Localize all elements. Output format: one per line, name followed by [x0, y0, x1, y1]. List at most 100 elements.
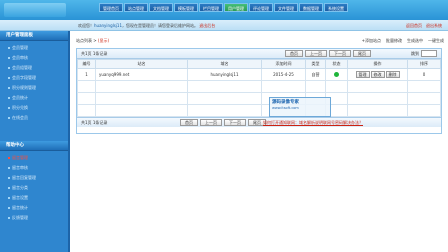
breadcrumb-row: 站点列表 > (显示) +添加站点 批量修改 生成选中 一键生成	[76, 38, 444, 46]
sidebar-item[interactable]: 会员字段管理	[0, 73, 68, 83]
username: huanyinglsj11	[94, 23, 123, 28]
breadcrumb-current: (显示)	[97, 38, 110, 43]
sidebar-item-selected[interactable]: 留言管理	[0, 153, 68, 163]
bullet-icon	[8, 117, 10, 119]
help-notice-link[interactable]: 如何打开通知联网：域名解析说明联网号密码解决办法？	[263, 120, 363, 126]
sidebar-item[interactable]: 留言回复管理	[0, 173, 68, 183]
first-page-button[interactable]: 首页	[285, 50, 303, 57]
welcome-text: 欢迎您！huanyinglsj11，您现在是管理员！请您登录后维护网站。 退出后…	[78, 23, 215, 29]
bullet-icon	[8, 67, 10, 69]
footer-next-page-button[interactable]: 下一页	[224, 119, 246, 126]
sidebar-section-title: 帮助中心	[0, 141, 68, 151]
table-row: 1 yuanyq999.net huanyinglsj11 2015-4-25 …	[77, 68, 441, 81]
bullet-icon	[8, 177, 10, 179]
footer-prev-page-button[interactable]: 上一页	[200, 119, 222, 126]
nav-item-docs[interactable]: 文档管理	[149, 3, 173, 12]
bullet-icon	[8, 47, 10, 49]
sidebar-item-label: 会员统计	[12, 95, 28, 100]
sidebar-item[interactable]: 会员管理	[0, 43, 68, 53]
bullet-icon	[8, 167, 10, 169]
edit-button[interactable]: 修改	[370, 71, 385, 78]
col-status: 状态	[325, 59, 348, 69]
bullet-icon	[8, 217, 10, 219]
bullet-icon	[8, 157, 10, 159]
sidebar-item[interactable]: 留言设置	[0, 193, 68, 203]
sidebar-item-label: 留言设置	[12, 195, 28, 200]
generate-selected-link[interactable]: 生成选中	[407, 38, 423, 46]
sidebar-item[interactable]: 在线会员	[0, 113, 68, 123]
last-page-button[interactable]: 尾页	[353, 50, 371, 57]
sidebar-item-label: 留言统计	[12, 205, 28, 210]
nav-item-sites[interactable]: 站点管理	[124, 3, 148, 12]
sidebar-item[interactable]: 会员审核	[0, 53, 68, 63]
nav-item-columns[interactable]: 栏目管理	[199, 3, 223, 12]
nav-item-settings[interactable]: 系统设置	[324, 3, 348, 12]
site-table: 编号 站名 域名 添加时间 类型 状态 操作 排序 1 yuanyq999.ne…	[77, 59, 441, 117]
sidebar-item-label: 留言审核	[12, 165, 28, 170]
cell-status	[325, 68, 348, 81]
nav-item-users[interactable]: 用户管理	[224, 3, 248, 12]
cell-name[interactable]: yuanyq999.net	[95, 68, 188, 81]
sidebar: 用户管理面板 会员管理 会员审核 会员组管理 会员字段管理 积分规则管理 会员统…	[0, 31, 70, 252]
nav-item-templates[interactable]: 模板管理	[174, 3, 198, 12]
home-link[interactable]: 返回首页	[406, 23, 422, 29]
generate-all-link[interactable]: 一键生成	[428, 38, 444, 46]
sidebar-item-label: 会员管理	[12, 45, 28, 50]
sidebar-item[interactable]: 积分规则管理	[0, 83, 68, 93]
status-active-icon	[334, 71, 339, 77]
sidebar-section-title: 用户管理面板	[0, 31, 68, 41]
col-sort: 排序	[407, 59, 441, 69]
prev-page-button[interactable]: 上一页	[305, 50, 327, 57]
nav-item-home[interactable]: 管理首页	[99, 3, 123, 12]
sidebar-item-label: 留言回复管理	[12, 175, 36, 180]
sidebar-item-label: 会员字段管理	[12, 75, 36, 80]
sidebar-item-label: 反馈管理	[12, 215, 28, 220]
cell-date: 2015-4-25	[261, 68, 306, 81]
add-site-link[interactable]: +添加站点	[362, 38, 381, 46]
manage-button[interactable]: 管理	[355, 71, 370, 78]
sidebar-item[interactable]: 会员统计	[0, 93, 68, 103]
cell-ops: 管理 修改 删除	[347, 68, 408, 81]
sidebar-item-label: 会员组管理	[12, 65, 32, 70]
record-count: 共1页 1条记录	[81, 50, 108, 56]
batch-edit-link[interactable]: 批量修改	[386, 38, 402, 46]
sidebar-item-label: 会员审核	[12, 55, 28, 60]
footer-first-page-button[interactable]: 首页	[180, 119, 198, 126]
nav-item-data[interactable]: 数据管理	[299, 3, 323, 12]
footer-pager: 首页 上一页 下一页 尾页	[180, 119, 266, 126]
table-row-empty	[77, 104, 441, 117]
next-page-button[interactable]: 下一页	[329, 50, 351, 57]
bullet-icon	[8, 207, 10, 209]
delete-button[interactable]: 删除	[385, 71, 400, 78]
col-name: 站名	[95, 59, 188, 69]
sidebar-list: 会员管理 会员审核 会员组管理 会员字段管理 积分规则管理 会员统计 积分兑换 …	[0, 41, 68, 125]
sidebar-item[interactable]: 留言审核	[0, 163, 68, 173]
main-content: 站点列表 > (显示) +添加站点 批量修改 生成选中 一键生成 共1页 1条记…	[72, 31, 448, 252]
watermark-title: 源码录像专家	[272, 100, 299, 105]
page-select[interactable]	[421, 50, 437, 57]
col-date: 添加时间	[261, 59, 306, 69]
sidebar-item[interactable]: 留言分类	[0, 183, 68, 193]
pager-toolbar: 共1页 1条记录 首页 上一页 下一页 尾页 跳到	[77, 49, 441, 59]
sidebar-item-label: 留言管理	[12, 155, 28, 160]
bullet-icon	[8, 197, 10, 199]
sidebar-item[interactable]: 留言统计	[0, 203, 68, 213]
bullet-icon	[8, 97, 10, 99]
sidebar-item[interactable]: 会员组管理	[0, 63, 68, 73]
row-actions: 管理 修改 删除	[348, 71, 407, 78]
sidebar-item[interactable]: 积分兑换	[0, 103, 68, 113]
logout-link[interactable]: 退出系统	[426, 23, 442, 29]
top-bar: 管理首页 站点管理 文档管理 模板管理 栏目管理 用户管理 评论管理 文件管理 …	[0, 0, 448, 20]
sidebar-list: 留言管理 留言审核 留言回复管理 留言分类 留言设置 留言统计 反馈管理	[0, 151, 68, 225]
nav-item-files[interactable]: 文件管理	[274, 3, 298, 12]
welcome-prefix: 欢迎您！	[78, 23, 94, 28]
page-jump: 跳到	[411, 50, 437, 57]
col-domain: 域名	[187, 59, 262, 69]
exit-admin-link[interactable]: 退出后台	[199, 23, 215, 28]
welcome-message: ，您现在是管理员！请您登录后维护网站。	[122, 23, 199, 28]
nav-item-comments[interactable]: 评论管理	[249, 3, 273, 12]
cell-id: 1	[77, 68, 96, 81]
sidebar-item[interactable]: 反馈管理	[0, 213, 68, 223]
col-type: 类型	[305, 59, 326, 69]
